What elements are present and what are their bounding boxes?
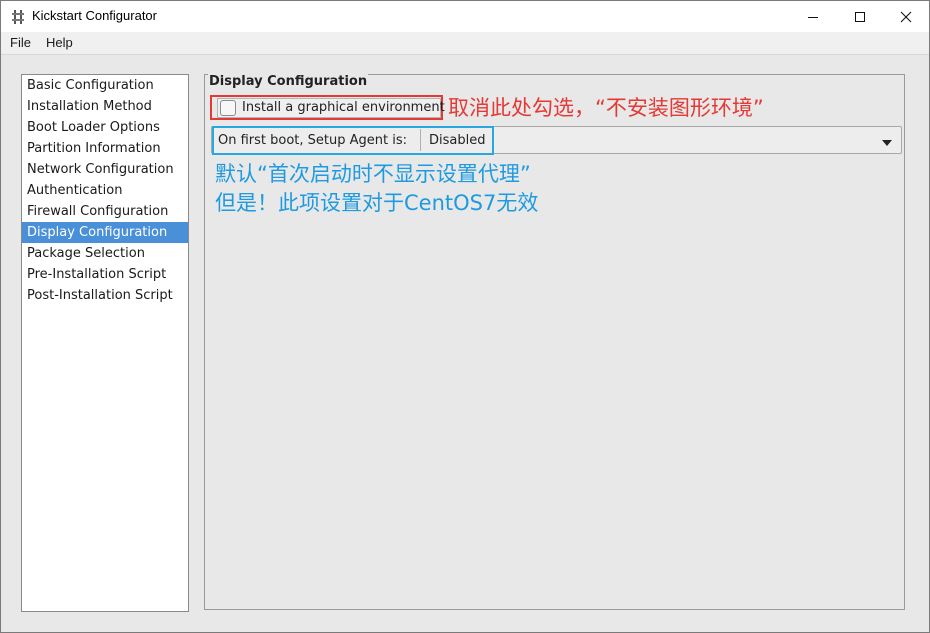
sidebar-item-display-configuration[interactable]: Display Configuration (22, 222, 188, 243)
sidebar-item-firewall-configuration[interactable]: Firewall Configuration (22, 201, 188, 222)
graphical-environment-checkbox[interactable] (220, 100, 236, 116)
sidebar-item-boot-loader-options[interactable]: Boot Loader Options (22, 117, 188, 138)
dropdown-arrow-icon[interactable] (881, 136, 893, 151)
sidebar-item-package-selection[interactable]: Package Selection (22, 243, 188, 264)
minimize-button[interactable] (790, 1, 836, 32)
annotation-red: 取消此处勾选，“不安装图形环境” (448, 96, 764, 120)
close-button[interactable] (883, 1, 929, 32)
minimize-icon (808, 16, 818, 18)
menu-file[interactable]: File (10, 35, 31, 50)
sidebar-item-pre-installation-script[interactable]: Pre-Installation Script (22, 264, 188, 285)
window-title: Kickstart Configurator (32, 8, 157, 23)
title-bar: Kickstart Configurator (1, 1, 929, 32)
sidebar-item-installation-method[interactable]: Installation Method (22, 96, 188, 117)
sidebar-item-post-installation-script[interactable]: Post-Installation Script (22, 285, 188, 306)
menu-help[interactable]: Help (46, 35, 73, 50)
annotation-blue-line2: 但是！此项设置对于CentOS7无效 (215, 191, 539, 215)
sidebar-item-basic-configuration[interactable]: Basic Configuration (22, 75, 188, 96)
panel-title: Display Configuration (208, 74, 369, 89)
blue-highlight-box (212, 126, 494, 155)
menu-bar: File Help (1, 32, 929, 55)
maximize-button[interactable] (837, 1, 883, 32)
sidebar-item-authentication[interactable]: Authentication (22, 180, 188, 201)
annotation-blue-line1: 默认“首次启动时不显示设置代理” (215, 162, 531, 186)
maximize-icon (855, 11, 865, 22)
sidebar-item-network-configuration[interactable]: Network Configuration (22, 159, 188, 180)
sidebar-list: Basic Configuration Installation Method … (21, 74, 189, 612)
graphical-environment-label: Install a graphical environment (242, 100, 445, 115)
app-icon (11, 9, 25, 25)
sidebar-item-partition-information[interactable]: Partition Information (22, 138, 188, 159)
close-icon (900, 11, 912, 22)
